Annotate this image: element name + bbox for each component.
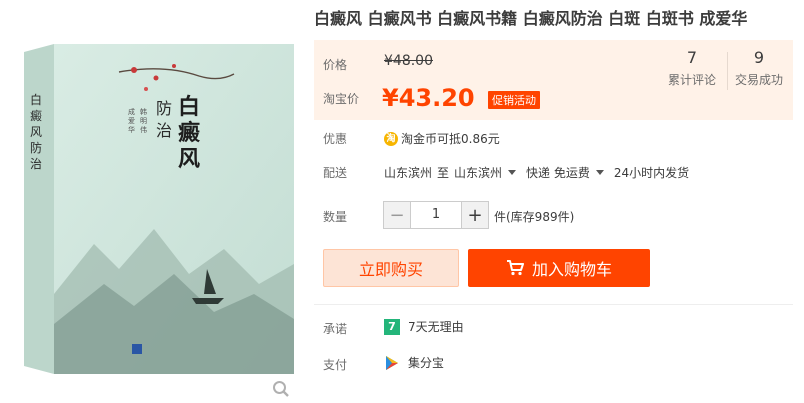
price-panel: 价格 ¥48.00 淘宝价 ¥43.20 促销活动 7 累计评论 9 交易成功 (314, 40, 793, 120)
cover-title: 白癜风 (178, 94, 201, 172)
ship-time: 24小时内发货 (613, 166, 690, 180)
delivery-label: 配送 (323, 166, 348, 180)
book-cover-image[interactable]: 白癜风防治 白癜风 防治 成爱华 韩明伟 (24, 44, 294, 374)
payment-label: 支付 (323, 358, 348, 372)
taobao-price-label: 淘宝价 (323, 92, 360, 106)
price-label: 价格 (323, 58, 348, 72)
product-image-area: 白癜风防治 白癜风 防治 成爱华 韩明伟 (0, 0, 300, 403)
discount-label: 优惠 (323, 132, 348, 146)
product-title: 白癜风 白癜风书 白癜风书籍 白癜风防治 白斑 白斑书 成爱华 (314, 9, 748, 28)
delivery-to-select[interactable]: 山东滨州 (454, 164, 502, 181)
taobao-price: ¥43.20 (382, 84, 475, 112)
sales-count-label: 交易成功 (734, 73, 783, 87)
delivery-from: 山东滨州 (384, 166, 433, 180)
sales-count-stat[interactable]: 9 交易成功 (727, 48, 791, 88)
quantity-increase-button[interactable]: + (462, 202, 488, 228)
seven-day-return-icon: 7 (384, 318, 400, 335)
cart-icon (506, 260, 524, 276)
stock-text: 件(库存989件) (494, 210, 575, 224)
chevron-down-icon[interactable] (595, 170, 604, 175)
review-count-stat[interactable]: 7 累计评论 (660, 48, 724, 88)
buy-now-button[interactable]: 立即购买 (323, 249, 459, 287)
section-divider (314, 304, 793, 305)
spine-title: 白癜风防治 (30, 92, 42, 171)
quantity-label: 数量 (323, 210, 348, 224)
sales-count: 9 (753, 48, 765, 67)
quantity-stepper: − 1 + (383, 201, 489, 229)
review-count: 7 (686, 48, 698, 67)
taojinbi-coin-icon: 淘 (384, 131, 398, 146)
quantity-decrease-button[interactable]: − (384, 202, 410, 228)
zoom-icon[interactable] (272, 380, 290, 398)
promise-label: 承诺 (323, 322, 348, 336)
discount-text: 淘金币可抵0.86元 (401, 132, 500, 146)
quantity-input[interactable]: 1 (410, 202, 462, 228)
payment-text[interactable]: 集分宝 (408, 354, 444, 371)
add-to-cart-label: 加入购物车 (531, 260, 612, 279)
delivery-method-select[interactable]: 快递 免运费 (526, 164, 590, 181)
promise-text[interactable]: 7天无理由 (408, 318, 464, 335)
add-to-cart-button[interactable]: 加入购物车 (468, 249, 650, 287)
delivery-to-label: 至 (437, 166, 450, 180)
jifenbao-icon (386, 355, 398, 370)
chevron-down-icon[interactable] (508, 170, 517, 175)
promo-tag[interactable]: 促销活动 (488, 91, 540, 109)
review-count-label: 累计评论 (667, 73, 716, 87)
original-price: ¥48.00 (384, 53, 433, 69)
